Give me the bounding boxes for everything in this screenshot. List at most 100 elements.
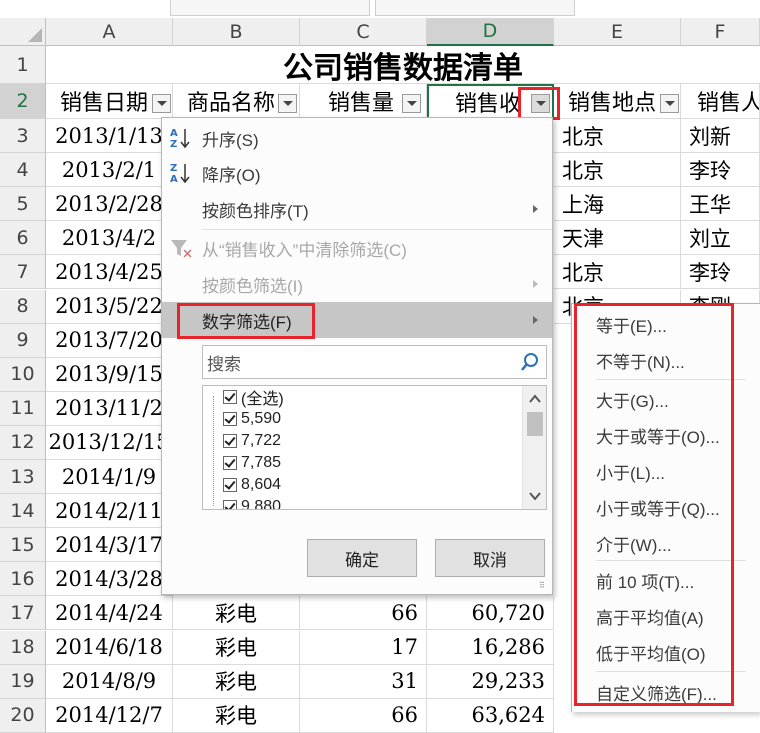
cell-product-name[interactable]: 彩电 (173, 596, 300, 631)
cell-sales-date[interactable]: 2014/1/9 (46, 460, 173, 495)
tree-line (213, 396, 214, 506)
row-header[interactable]: 4 (0, 153, 46, 188)
row-header[interactable]: 15 (0, 528, 46, 563)
cancel-button[interactable]: 取消 (435, 539, 545, 577)
row-header[interactable]: 8 (0, 289, 46, 324)
cell-salesperson[interactable]: 李玲 (681, 153, 760, 188)
row-header[interactable]: 5 (0, 187, 46, 222)
filter-search-input[interactable]: 搜索 (202, 345, 547, 379)
cell-product-name[interactable]: 彩电 (173, 698, 300, 733)
ok-button[interactable]: 确定 (307, 539, 417, 577)
list-item[interactable]: (全选) (223, 386, 284, 408)
cell-sales-date[interactable]: 2013/11/2 (46, 391, 173, 426)
row-header[interactable]: 3 (0, 119, 46, 154)
row-header[interactable]: 6 (0, 221, 46, 256)
checkbox[interactable] (223, 478, 237, 492)
cell-product-name[interactable]: 彩电 (173, 664, 300, 699)
cell-sales-date[interactable]: 2014/2/11 (46, 494, 173, 529)
submenu-arrow-icon (533, 280, 538, 288)
sort-ascending-item[interactable]: AZ 升序(S) (162, 120, 552, 156)
resize-grip-icon[interactable]: ⠿ (539, 581, 549, 591)
cell-sales-revenue[interactable]: 29,233 (427, 664, 554, 699)
cell-sales-location[interactable]: 北京 (554, 255, 681, 290)
cell-sales-date[interactable]: 2013/9/15 (46, 357, 173, 392)
filter-dropdown-e[interactable] (660, 94, 679, 113)
list-item[interactable]: 9,880 (223, 496, 281, 509)
cell-sales-location[interactable]: 天津 (554, 221, 681, 256)
cell-sales-date[interactable]: 2013/7/20 (46, 323, 173, 358)
cell-sales-date[interactable]: 2014/4/24 (46, 596, 173, 631)
list-item[interactable]: 5,590 (223, 408, 281, 430)
sheet-title: 公司销售数据清单 (46, 46, 760, 86)
cell-product-name[interactable]: 彩电 (173, 630, 300, 665)
row-header[interactable]: 12 (0, 425, 46, 460)
checkbox[interactable] (223, 412, 237, 426)
cell-sales-date[interactable]: 2014/12/7 (46, 698, 173, 733)
cell-sales-volume[interactable]: 31 (300, 664, 427, 699)
search-icon[interactable] (520, 352, 540, 372)
filter-by-color-item[interactable]: 按颜色筛选(I) (162, 266, 552, 302)
checkbox[interactable] (223, 500, 237, 509)
cell-salesperson[interactable]: 李玲 (681, 255, 760, 290)
cell-sales-date[interactable]: 2013/2/1 (46, 153, 173, 188)
cell-sales-date[interactable]: 2013/4/2 (46, 221, 173, 256)
cell-sales-location[interactable]: 北京 (554, 153, 681, 188)
cell-salesperson[interactable]: 刘新 (681, 119, 760, 154)
row-header[interactable]: 2 (0, 84, 46, 119)
sort-by-color-item[interactable]: 按颜色排序(T) (162, 191, 552, 227)
row-header[interactable]: 10 (0, 357, 46, 392)
cell-salesperson[interactable]: 刘立 (681, 221, 760, 256)
cell-sales-date[interactable]: 2013/5/22 (46, 289, 173, 324)
row-header[interactable]: 17 (0, 596, 46, 631)
cell-sales-date[interactable]: 2013/1/13 (46, 119, 173, 154)
scrollbar-thumb[interactable] (527, 412, 543, 436)
cell-salesperson[interactable]: 王华 (681, 187, 760, 222)
filter-dropdown-c[interactable] (402, 94, 421, 113)
list-item[interactable]: 7,722 (223, 430, 281, 452)
list-item[interactable]: 7,785 (223, 452, 281, 474)
cell-sales-date[interactable]: 2013/12/15 (46, 425, 173, 460)
cell-sales-revenue[interactable]: 60,720 (427, 596, 554, 631)
list-scrollbar[interactable] (522, 386, 546, 509)
header-salesperson[interactable]: 销售人 (681, 84, 760, 119)
scroll-up-icon[interactable] (529, 392, 541, 404)
row-header[interactable]: 13 (0, 460, 46, 495)
checkbox[interactable] (223, 456, 237, 470)
row-header[interactable]: 7 (0, 255, 46, 290)
filter-value-list[interactable]: (全选) 5,590 7,722 7,785 8,604 9,880 (202, 385, 547, 510)
cell-sales-date[interactable]: 2014/8/9 (46, 664, 173, 699)
checkbox[interactable] (223, 390, 237, 404)
filter-dropdown-b[interactable] (278, 94, 297, 113)
row-header[interactable]: 16 (0, 562, 46, 597)
row-header[interactable]: 9 (0, 323, 46, 358)
row-header[interactable]: 19 (0, 664, 46, 699)
row-header[interactable]: 20 (0, 698, 46, 733)
select-all-corner[interactable] (0, 18, 46, 46)
column-header-a[interactable]: A (46, 18, 173, 46)
column-header-b[interactable]: B (173, 18, 300, 46)
scroll-down-icon[interactable] (529, 489, 541, 501)
cell-sales-location[interactable]: 北京 (554, 119, 681, 154)
cell-sales-volume[interactable]: 17 (300, 630, 427, 665)
clear-filter-item[interactable]: 从“销售收入”中清除筛选(C) (162, 230, 552, 266)
row-header[interactable]: 1 (0, 46, 46, 84)
sort-descending-item[interactable]: ZA 降序(O) (162, 155, 552, 191)
cell-sales-date[interactable]: 2013/4/25 (46, 255, 173, 290)
list-item[interactable]: 8,604 (223, 474, 281, 496)
column-header-f[interactable]: F (681, 18, 760, 46)
row-header[interactable]: 18 (0, 630, 46, 665)
column-header-e[interactable]: E (554, 18, 681, 46)
cell-sales-revenue[interactable]: 63,624 (427, 698, 554, 733)
cell-sales-date[interactable]: 2014/6/18 (46, 630, 173, 665)
cell-sales-volume[interactable]: 66 (300, 596, 427, 631)
filter-dropdown-a[interactable] (152, 94, 171, 113)
row-header[interactable]: 14 (0, 494, 46, 529)
row-header[interactable]: 11 (0, 391, 46, 426)
cell-sales-volume[interactable]: 66 (300, 698, 427, 733)
cell-sales-date[interactable]: 2013/2/28 (46, 187, 173, 222)
cell-sales-revenue[interactable]: 16,286 (427, 630, 554, 665)
cell-sales-location[interactable]: 上海 (554, 187, 681, 222)
checkbox[interactable] (223, 434, 237, 448)
cell-sales-date[interactable]: 2014/3/17 (46, 528, 173, 563)
cell-sales-date[interactable]: 2014/3/28 (46, 562, 173, 597)
